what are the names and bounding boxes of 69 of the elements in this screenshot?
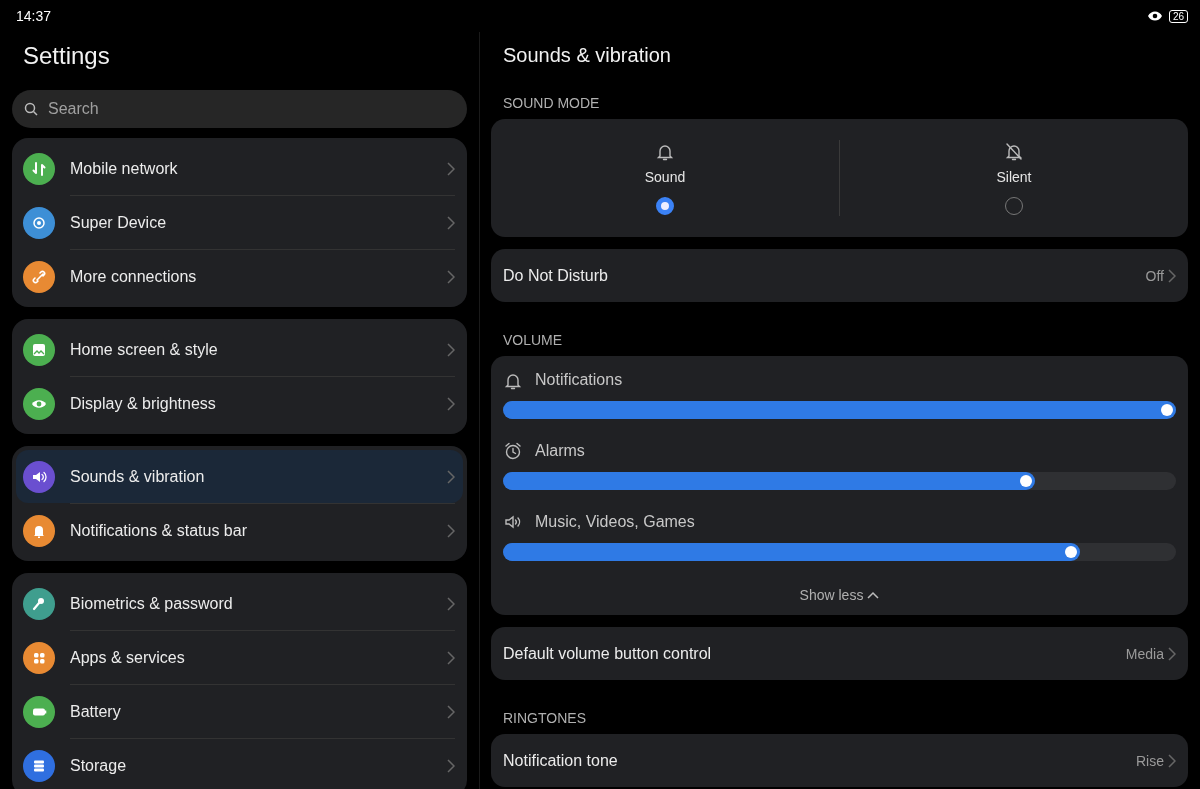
status-time: 14:37 xyxy=(16,8,52,24)
volume-slider[interactable] xyxy=(503,472,1176,490)
chevron-right-icon xyxy=(447,269,455,284)
settings-item-label: Home screen & style xyxy=(70,340,219,359)
volume-label: Music, Videos, Games xyxy=(535,513,695,531)
alarm-clock-icon xyxy=(503,441,523,461)
bell-off-icon xyxy=(1004,141,1024,161)
chevron-up-icon xyxy=(867,591,880,599)
row-value: Rise xyxy=(1136,752,1164,769)
chevron-right-icon xyxy=(1168,753,1176,768)
eye-icon xyxy=(1146,10,1163,22)
settings-item-label: Mobile network xyxy=(70,159,179,178)
settings-item-label: Sounds & vibration xyxy=(70,467,206,486)
settings-item-label: More connections xyxy=(70,267,198,286)
section-heading: SOUND MODE xyxy=(503,95,601,111)
section-heading: VOLUME xyxy=(503,332,564,348)
chevron-right-icon xyxy=(447,523,455,538)
settings-item[interactable]: Apps & services xyxy=(16,631,463,684)
settings-item[interactable]: Notifications & status bar xyxy=(16,504,463,557)
settings-item[interactable]: Display & brightness xyxy=(16,377,463,430)
search-icon xyxy=(24,102,38,116)
row-label: Notification tone xyxy=(503,751,619,770)
chevron-right-icon xyxy=(447,342,455,357)
sound-mode-label: Silent xyxy=(996,169,1032,185)
radio-button[interactable] xyxy=(656,197,674,215)
page-title: Settings xyxy=(23,42,111,70)
volume-slider[interactable] xyxy=(503,401,1176,419)
chevron-right-icon xyxy=(447,215,455,230)
settings-item[interactable]: Sounds & vibration xyxy=(16,450,463,503)
chevron-right-icon xyxy=(447,396,455,411)
settings-item-label: Display & brightness xyxy=(70,394,217,413)
sound-mode-label: Sound xyxy=(644,169,686,185)
settings-item-label: Battery xyxy=(70,702,122,721)
chevron-right-icon xyxy=(447,596,455,611)
settings-item[interactable]: Storage xyxy=(16,739,463,789)
chevron-right-icon xyxy=(1168,268,1176,283)
settings-item-label: Storage xyxy=(70,756,128,775)
page-title: Sounds & vibration xyxy=(503,44,672,67)
settings-item[interactable]: Home screen & style xyxy=(16,323,463,376)
settings-item-label: Apps & services xyxy=(70,648,186,667)
settings-item-label: Notifications & status bar xyxy=(70,521,248,540)
battery-level: 26 xyxy=(1168,9,1188,23)
chevron-right-icon xyxy=(1168,646,1176,661)
chevron-right-icon xyxy=(447,161,455,176)
section-heading: RINGTONES xyxy=(503,710,587,726)
search-input[interactable]: Search xyxy=(46,99,455,119)
settings-item-label: Biometrics & password xyxy=(70,594,234,613)
row-label: Default volume button control xyxy=(503,644,713,663)
show-less-button[interactable]: Show less xyxy=(799,587,880,603)
settings-row[interactable]: Default volume button control Media xyxy=(491,627,1188,680)
settings-item[interactable]: Super Device xyxy=(16,196,463,249)
settings-item-label: Super Device xyxy=(70,213,168,232)
settings-item[interactable]: Biometrics & password xyxy=(16,577,463,630)
chevron-right-icon xyxy=(447,758,455,773)
chevron-right-icon xyxy=(447,650,455,665)
row-value: Media xyxy=(1125,645,1164,662)
volume-label: Alarms xyxy=(535,442,585,460)
settings-item[interactable]: Mobile network xyxy=(16,142,463,195)
row-label: Do Not Disturb xyxy=(503,266,609,285)
row-value: Off xyxy=(1145,267,1164,284)
settings-row[interactable]: Do Not Disturb Off xyxy=(491,249,1188,302)
chevron-right-icon xyxy=(447,469,455,484)
settings-row[interactable]: Notification tone Rise xyxy=(491,734,1188,787)
volume-slider[interactable] xyxy=(503,543,1176,561)
chevron-right-icon xyxy=(447,704,455,719)
settings-item[interactable]: Battery xyxy=(16,685,463,738)
settings-item[interactable]: More connections xyxy=(16,250,463,303)
volume-label: Notifications xyxy=(535,371,623,389)
search-field[interactable]: Search xyxy=(12,90,467,128)
